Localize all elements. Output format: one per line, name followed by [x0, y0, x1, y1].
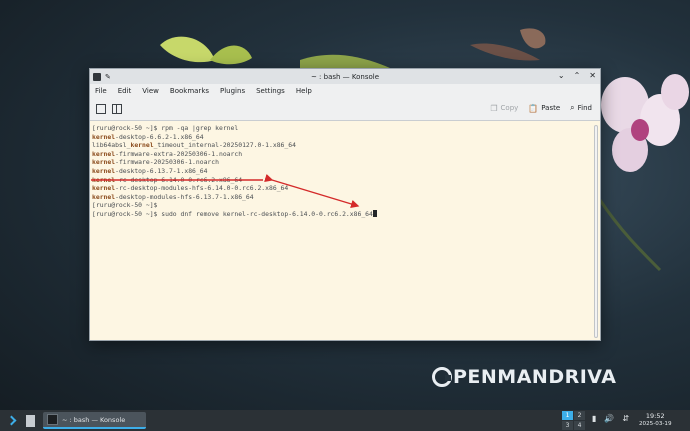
copy-label: Copy [500, 104, 519, 112]
desktop-2[interactable]: 2 [574, 411, 585, 420]
clipboard-icon[interactable]: ▮ [592, 414, 596, 423]
search-icon: ⌕ [570, 103, 575, 112]
term-line: [ruru@rock-50 ~]$ rpm -qa |grep kernel [92, 124, 239, 132]
menu-bookmarks[interactable]: Bookmarks [170, 87, 209, 95]
find-button[interactable]: ⌕ Find [570, 103, 592, 113]
text-cursor [372, 210, 377, 218]
menu-help[interactable]: Help [296, 87, 312, 95]
desktop-4[interactable]: 4 [574, 421, 585, 430]
clock-date: 2025-03-19 [639, 421, 672, 427]
network-icon[interactable]: ⇵ [622, 414, 629, 423]
term-line: [ruru@rock-50 ~]$ sudo dnf remove kernel… [92, 210, 600, 219]
title-bar[interactable]: ✎ ~ : bash — Konsole ⌄ ⌃ ✕ [90, 69, 600, 84]
copy-button[interactable]: ❐ Copy [490, 104, 518, 113]
task-konsole[interactable]: ~ : bash — Konsole [43, 412, 146, 429]
term-line: kernel-rc-desktop-modules-hfs-6.14.0-0.r… [92, 184, 289, 193]
scrollbar[interactable] [594, 125, 598, 338]
window-title: ~ : bash — Konsole [310, 72, 380, 81]
term-line: kernel-desktop-6.13.7-1.x86_64 [92, 166, 208, 175]
volume-icon[interactable]: 🔊 [604, 414, 614, 423]
maximize-button[interactable]: ⌃ [574, 71, 581, 80]
term-line: [ruru@rock-50 ~]$ [92, 201, 158, 210]
term-line: kernel-firmware-20250306-1.noarch [92, 158, 219, 167]
paste-button[interactable]: 📋 Paste [528, 104, 560, 113]
term-line: kernel-desktop-modules-hfs-6.13.7-1.x86_… [92, 192, 254, 201]
konsole-window: ✎ ~ : bash — Konsole ⌄ ⌃ ✕ File Edit Vie… [89, 68, 601, 341]
find-label: Find [577, 104, 592, 112]
virtual-desktop-pager: 1 2 3 4 [562, 411, 585, 430]
new-tab-icon[interactable] [96, 104, 106, 114]
copy-icon: ❐ [490, 103, 498, 113]
openmandriva-logo: PENMANDRIVA [432, 366, 616, 388]
app-launcher-icon[interactable] [6, 416, 16, 426]
taskbar: ~ : bash — Konsole 1 2 3 4 ▮ 🔊 ⇵ 19:52 2… [0, 410, 690, 431]
term-line: kernel-desktop-6.6.2-1.x86_64 [92, 132, 204, 141]
desktop-3[interactable]: 3 [562, 421, 573, 430]
toolbar: ❐ Copy 📋 Paste ⌕ Find [90, 98, 600, 121]
minimize-button[interactable]: ⌄ [558, 71, 565, 80]
menu-plugins[interactable]: Plugins [220, 87, 245, 95]
terminal-area[interactable]: [ruru@rock-50 ~]$ rpm -qa |grep kernel k… [90, 121, 600, 340]
menu-bar: File Edit View Bookmarks Plugins Setting… [90, 84, 600, 98]
term-line: kernel-rc-desktop-6.14.0-0.rc6.2.x86_64 [92, 175, 243, 184]
split-view-icon[interactable] [112, 104, 122, 114]
konsole-task-icon [47, 414, 58, 425]
paste-label: Paste [541, 104, 561, 112]
close-button[interactable]: ✕ [589, 71, 596, 80]
term-line: lib64absl_kernel_timeout_internal-202501… [92, 141, 296, 150]
desktop-1[interactable]: 1 [562, 411, 573, 420]
menu-view[interactable]: View [142, 87, 159, 95]
paste-icon: 📋 [528, 103, 539, 113]
clock-time: 19:52 [645, 412, 665, 420]
show-desktop-icon[interactable] [26, 414, 35, 427]
task-label: ~ : bash — Konsole [62, 415, 126, 424]
logo-text: PENMANDRIVA [453, 366, 617, 388]
system-tray: ▮ 🔊 ⇵ [592, 414, 629, 423]
menu-settings[interactable]: Settings [256, 87, 285, 95]
menu-edit[interactable]: Edit [118, 87, 132, 95]
logo-ring-icon [432, 367, 452, 387]
clock[interactable]: 19:52 2025-03-19 [639, 412, 672, 428]
term-line: kernel-firmware-extra-20250306-1.noarch [92, 149, 243, 158]
menu-file[interactable]: File [95, 87, 107, 95]
